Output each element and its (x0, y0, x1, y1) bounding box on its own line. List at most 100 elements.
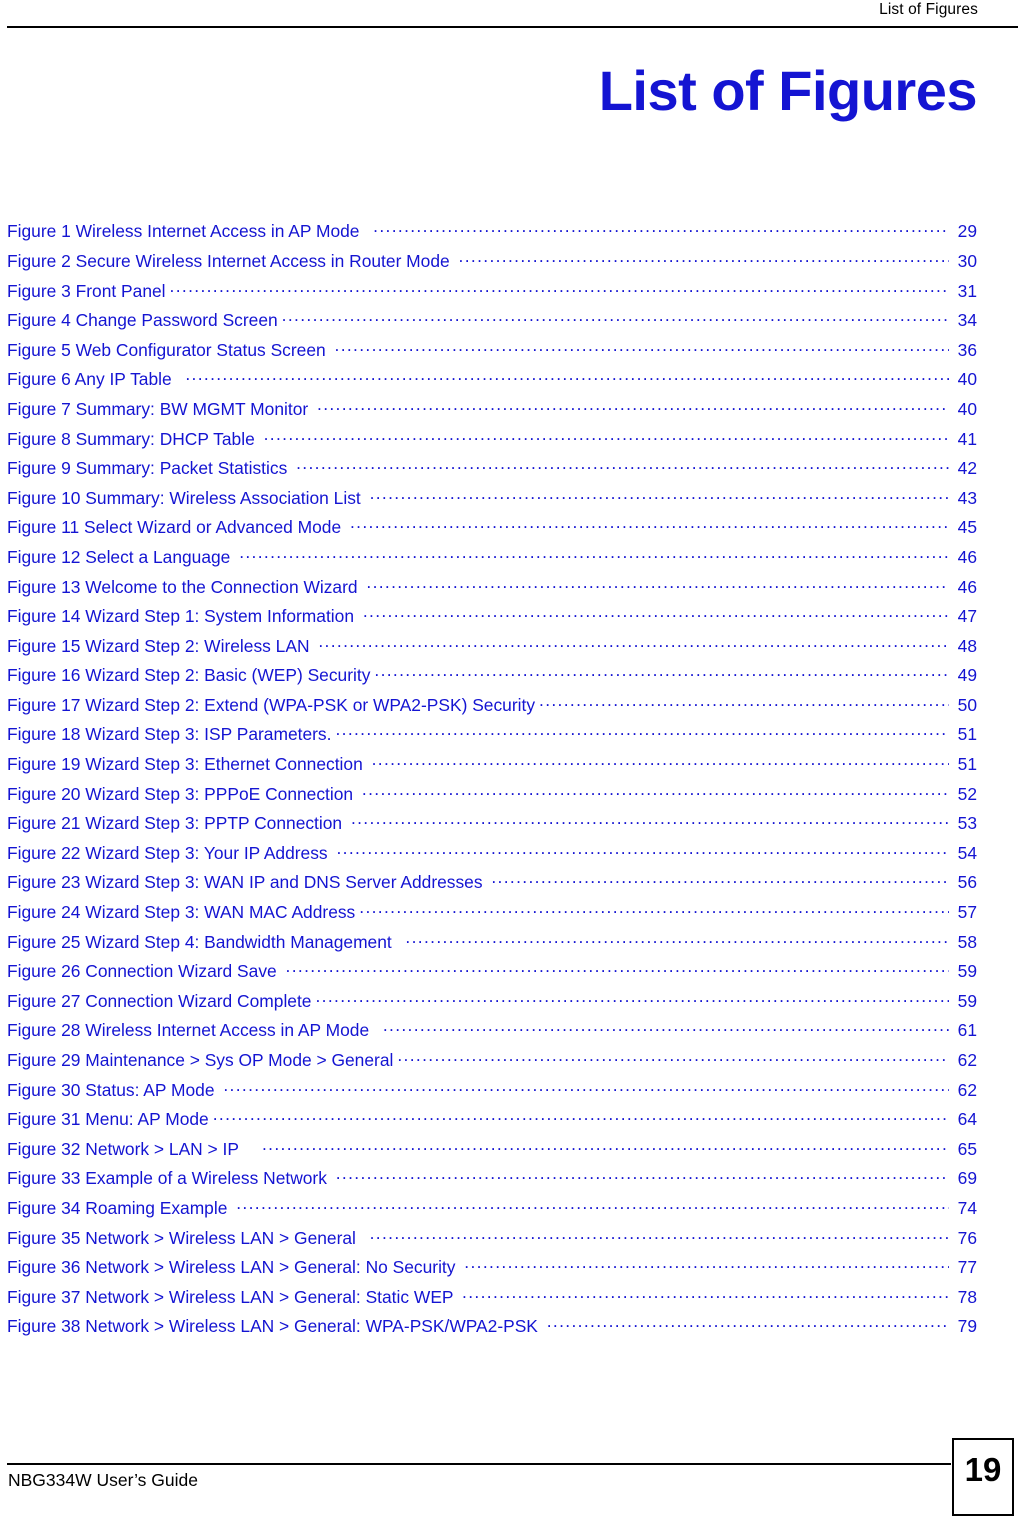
figure-entry-page: 47 (957, 606, 977, 627)
dot-leader (315, 989, 949, 1006)
figure-entry-page: 76 (957, 1227, 977, 1248)
figure-entry-page: 56 (957, 872, 977, 893)
figure-entry-label: Figure 24 Wizard Step 3: WAN MAC Address (7, 902, 356, 923)
figure-entry-label: Figure 14 Wizard Step 1: System Informat… (7, 606, 359, 627)
dot-leader (370, 486, 949, 503)
figure-entry-page: 34 (957, 310, 977, 331)
figure-entry-label: Figure 9 Summary: Packet Statistics (7, 458, 293, 479)
figure-entry[interactable]: Figure 16 Wizard Step 2: Basic (WEP) Sec… (7, 664, 977, 694)
figure-entry[interactable]: Figure 19 Wizard Step 3: Ethernet Connec… (7, 753, 977, 783)
figure-entry[interactable]: Figure 33 Example of a Wireless Network … (7, 1167, 977, 1197)
dot-leader (359, 901, 949, 918)
figure-entry[interactable]: Figure 10 Summary: Wireless Association … (7, 486, 977, 516)
figure-entry-label: Figure 19 Wizard Step 3: Ethernet Connec… (7, 754, 368, 775)
figure-entry-page: 50 (957, 694, 977, 715)
figure-entry-page: 51 (957, 724, 977, 745)
page-footer: NBG334W User’s Guide 19 (7, 1438, 1018, 1524)
footer-divider (7, 1463, 951, 1465)
figure-entry[interactable]: Figure 4 Change Password Screen 34 (7, 309, 977, 339)
dot-leader (350, 516, 949, 533)
figure-entry[interactable]: Figure 31 Menu: AP Mode 64 (7, 1108, 977, 1138)
dot-leader (366, 575, 949, 592)
figure-entry-label: Figure 35 Network > Wireless LAN > Gener… (7, 1227, 366, 1248)
dot-leader (262, 1137, 949, 1154)
figure-entry[interactable]: Figure 15 Wizard Step 2: Wireless LAN 48 (7, 634, 977, 664)
figure-entry[interactable]: Figure 8 Summary: DHCP Table 41 (7, 427, 977, 457)
dot-leader (351, 812, 949, 829)
dot-leader (335, 723, 949, 740)
figure-entry[interactable]: Figure 7 Summary: BW MGMT Monitor 40 (7, 398, 977, 428)
figure-entry[interactable]: Figure 21 Wizard Step 3: PPTP Connection… (7, 812, 977, 842)
figure-entry[interactable]: Figure 34 Roaming Example 74 (7, 1197, 977, 1227)
figure-entry-label: Figure 10 Summary: Wireless Association … (7, 487, 366, 508)
figure-entry-label: Figure 6 Any IP Table (7, 369, 182, 390)
figure-entry[interactable]: Figure 17 Wizard Step 2: Extend (WPA-PSK… (7, 694, 977, 724)
figure-entry[interactable]: Figure 25 Wizard Step 4: Bandwidth Manag… (7, 930, 977, 960)
figure-entry-label: Figure 1 Wireless Internet Access in AP … (7, 221, 370, 242)
figure-entry[interactable]: Figure 27 Connection Wizard Complete 59 (7, 989, 977, 1019)
figure-entry-label: Figure 17 Wizard Step 2: Extend (WPA-PSK… (7, 694, 536, 715)
figure-entry-page: 40 (957, 398, 977, 419)
running-head: List of Figures (879, 1, 978, 18)
figure-entry-label: Figure 3 Front Panel (7, 280, 166, 301)
figure-entry-label: Figure 37 Network > Wireless LAN > Gener… (7, 1286, 459, 1307)
dot-leader (223, 1078, 949, 1095)
figure-entry[interactable]: Figure 2 Secure Wireless Internet Access… (7, 250, 977, 280)
figure-entry[interactable]: Figure 30 Status: AP Mode 62 (7, 1078, 977, 1108)
figure-entry-label: Figure 8 Summary: DHCP Table (7, 428, 260, 449)
footer-guide-name: NBG334W User’s Guide (8, 1470, 198, 1490)
figure-entry[interactable]: Figure 32 Network > LAN > IP 65 (7, 1137, 977, 1167)
figure-entry[interactable]: Figure 38 Network > Wireless LAN > Gener… (7, 1315, 977, 1345)
figure-entry[interactable]: Figure 18 Wizard Step 3: ISP Parameters.… (7, 723, 977, 753)
dot-leader (318, 634, 949, 651)
figure-entry-page: 29 (957, 221, 977, 242)
figure-entry[interactable]: Figure 6 Any IP Table 40 (7, 368, 977, 398)
figure-entry-label: Figure 36 Network > Wireless LAN > Gener… (7, 1257, 461, 1278)
page-header: List of Figures (7, 0, 1018, 30)
figure-entry-page: 59 (957, 961, 977, 982)
figure-entry[interactable]: Figure 14 Wizard Step 1: System Informat… (7, 605, 977, 635)
dot-leader (296, 457, 949, 474)
figure-entry[interactable]: Figure 29 Maintenance > Sys OP Mode > Ge… (7, 1049, 977, 1079)
dot-leader (397, 1049, 949, 1066)
figure-entry[interactable]: Figure 22 Wizard Step 3: Your IP Address… (7, 841, 977, 871)
figure-entry[interactable]: Figure 24 Wizard Step 3: WAN MAC Address… (7, 901, 977, 931)
figure-entry-page: 46 (957, 546, 977, 567)
dot-leader (372, 753, 949, 770)
figure-entry-page: 79 (957, 1316, 977, 1337)
figure-entry-page: 74 (957, 1197, 977, 1218)
figure-entry[interactable]: Figure 26 Connection Wizard Save 59 (7, 960, 977, 990)
figure-entry-label: Figure 28 Wireless Internet Access in AP… (7, 1020, 379, 1041)
figure-entry-page: 62 (957, 1079, 977, 1100)
dot-leader (264, 427, 949, 444)
figure-entry[interactable]: Figure 20 Wizard Step 3: PPPoE Connectio… (7, 782, 977, 812)
header-divider (7, 26, 1018, 28)
figure-entry-page: 48 (957, 635, 977, 656)
figure-entry-label: Figure 38 Network > Wireless LAN > Gener… (7, 1316, 543, 1337)
figure-entry-page: 62 (957, 1050, 977, 1071)
dot-leader (370, 1226, 949, 1243)
figure-entry-label: Figure 7 Summary: BW MGMT Monitor (7, 398, 314, 419)
figure-entry[interactable]: Figure 9 Summary: Packet Statistics 42 (7, 457, 977, 487)
dot-leader (373, 220, 949, 237)
figure-entry[interactable]: Figure 35 Network > Wireless LAN > Gener… (7, 1226, 977, 1256)
figure-entry-label: Figure 16 Wizard Step 2: Basic (WEP) Sec… (7, 665, 371, 686)
figure-entry-page: 36 (957, 339, 977, 360)
figure-entry[interactable]: Figure 5 Web Configurator Status Screen … (7, 338, 977, 368)
dot-leader (374, 664, 949, 681)
figure-entry-label: Figure 31 Menu: AP Mode (7, 1109, 209, 1130)
figure-entry-page: 49 (957, 665, 977, 686)
figure-entry[interactable]: Figure 12 Select a Language 46 (7, 546, 977, 576)
figure-entry-label: Figure 29 Maintenance > Sys OP Mode > Ge… (7, 1050, 394, 1071)
dot-leader (383, 1019, 949, 1036)
figure-entry[interactable]: Figure 13 Welcome to the Connection Wiza… (7, 575, 977, 605)
dot-leader (362, 782, 949, 799)
figure-entry[interactable]: Figure 28 Wireless Internet Access in AP… (7, 1019, 977, 1049)
figure-entry[interactable]: Figure 11 Select Wizard or Advanced Mode… (7, 516, 977, 546)
figure-entry[interactable]: Figure 36 Network > Wireless LAN > Gener… (7, 1256, 977, 1286)
figure-entry[interactable]: Figure 1 Wireless Internet Access in AP … (7, 220, 977, 250)
figure-entry-label: Figure 4 Change Password Screen (7, 310, 278, 331)
figure-entry[interactable]: Figure 37 Network > Wireless LAN > Gener… (7, 1285, 977, 1315)
figure-entry[interactable]: Figure 3 Front Panel 31 (7, 279, 977, 309)
figure-entry[interactable]: Figure 23 Wizard Step 3: WAN IP and DNS … (7, 871, 977, 901)
